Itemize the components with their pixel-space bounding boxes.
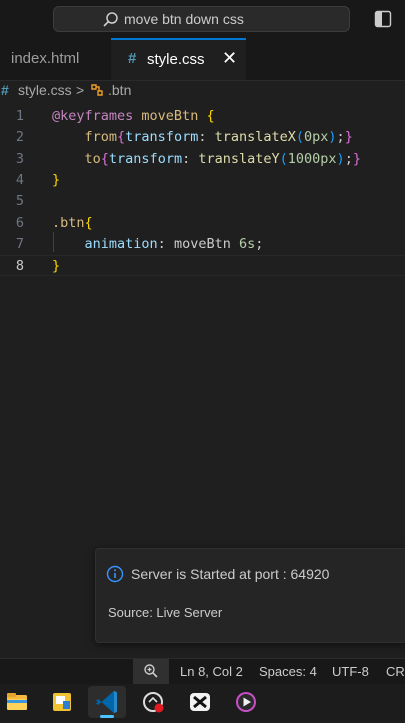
active-app-indicator: [100, 715, 114, 718]
media-player-icon[interactable]: [227, 686, 265, 718]
css-file-icon: #: [128, 50, 137, 67]
vscode-icon[interactable]: [88, 686, 126, 718]
code-line[interactable]: 7 animation: moveBtn 6s;: [0, 234, 405, 255]
tab-label: style.css: [147, 51, 205, 68]
line-number: 7: [15, 235, 24, 252]
cursor-position[interactable]: Ln 8, Col 2: [180, 664, 243, 679]
code-token: transform: [125, 129, 199, 146]
line-number: 8: [15, 258, 24, 275]
code-line[interactable]: 4}: [0, 170, 405, 191]
code-line[interactable]: 3 to{transform: translateY(1000px);}: [0, 149, 405, 170]
line-number: 2: [15, 129, 24, 146]
eol-status[interactable]: CRL: [386, 664, 405, 679]
code-token: :: [157, 235, 174, 252]
zoom-icon: [144, 664, 158, 678]
code-text: @keyframes moveBtn {: [52, 108, 215, 124]
code-text: .btn{: [52, 215, 93, 231]
code-token: {: [84, 214, 93, 231]
line-number: 5: [15, 193, 24, 210]
code-token: @keyframes: [52, 108, 134, 124]
code-text: to{transform: translateY(1000px);}: [52, 151, 361, 167]
line-number: 4: [15, 171, 24, 188]
search-icon: [103, 12, 118, 27]
code-line[interactable]: 8}: [0, 255, 405, 277]
code-token: }: [352, 150, 361, 167]
code-text: }: [52, 258, 60, 274]
code-token: ;: [255, 235, 264, 252]
folder-app-icon[interactable]: [43, 686, 81, 718]
code-token: to: [52, 150, 101, 167]
indentation-status[interactable]: Spaces: 4: [259, 664, 317, 679]
notification-source: Source: Live Server: [108, 605, 223, 620]
code-token: }: [52, 258, 61, 275]
code-token: from: [52, 129, 118, 146]
css-file-icon: #: [1, 82, 9, 98]
code-token: 0px: [304, 129, 329, 146]
code-token: translateY: [198, 150, 280, 167]
breadcrumb-separator: >: [76, 82, 85, 98]
code-text: animation: moveBtn 6s;: [52, 235, 264, 252]
breadcrumb-file[interactable]: style.css: [18, 82, 72, 98]
breadcrumb-symbol[interactable]: .btn: [108, 82, 131, 98]
command-center-search[interactable]: move btn down css: [53, 6, 350, 32]
code-token: ): [328, 129, 337, 146]
code-token: ;: [344, 150, 353, 167]
code-token: (: [295, 129, 305, 146]
code-token: {: [100, 150, 109, 167]
line-number: 1: [15, 108, 24, 124]
notification-message: Server is Started at port : 64920: [131, 566, 330, 582]
line-number: 3: [15, 150, 24, 167]
line-number: 6: [15, 214, 24, 231]
symbol-class-icon: [91, 84, 103, 96]
tab-style-css[interactable]: # style.css ✕: [111, 38, 246, 80]
notification-toast[interactable]: Server is Started at port : 64920 Source…: [95, 548, 405, 643]
code-token: translateX: [214, 129, 296, 146]
title-bar: move btn down css: [0, 0, 405, 38]
os-taskbar: [0, 684, 405, 720]
toggle-sidebar-icon[interactable]: [374, 10, 392, 28]
code-token: ;: [336, 129, 345, 146]
code-text: from{transform: translateX(0px);}: [52, 129, 353, 145]
zoom-button[interactable]: [133, 659, 169, 685]
screen-recorder-icon[interactable]: [134, 686, 172, 718]
tab-label: index.html: [11, 50, 80, 67]
code-token: {: [117, 129, 126, 146]
code-token: moveBtn: [173, 235, 231, 252]
code-text: }: [52, 172, 60, 188]
code-token: (: [279, 150, 288, 167]
code-token: .btn: [52, 214, 85, 231]
close-icon[interactable]: ✕: [222, 48, 237, 69]
code-token: :: [198, 129, 215, 146]
search-text: move btn down css: [124, 11, 244, 27]
tab-index-html[interactable]: index.html: [0, 38, 110, 80]
status-bar: Ln 8, Col 2 Spaces: 4 UTF-8 CRL: [0, 658, 405, 685]
file-explorer-icon[interactable]: [0, 686, 36, 718]
code-token: moveBtn: [141, 108, 199, 124]
editor-tab-bar: index.html # style.css ✕: [0, 38, 405, 81]
code-token: transform: [108, 150, 183, 167]
code-token: :: [182, 150, 199, 167]
code-token: 6s: [238, 235, 256, 252]
breadcrumb: # style.css > .btn: [0, 80, 405, 102]
info-icon: [106, 565, 124, 583]
code-line[interactable]: 2 from{transform: translateX(0px);}: [0, 127, 405, 148]
code-token: {: [206, 108, 215, 124]
code-token: ): [336, 150, 345, 167]
code-line[interactable]: 6 .btn{: [0, 213, 405, 234]
code-token: 1000px: [287, 150, 337, 167]
code-token: }: [344, 129, 353, 146]
code-line[interactable]: 5: [0, 191, 405, 212]
encoding-status[interactable]: UTF-8: [332, 664, 369, 679]
capcut-icon[interactable]: [181, 686, 219, 718]
code-line[interactable]: 1 @keyframes moveBtn {: [0, 106, 405, 127]
code-token: }: [52, 171, 61, 188]
code-token: animation: [52, 235, 158, 252]
